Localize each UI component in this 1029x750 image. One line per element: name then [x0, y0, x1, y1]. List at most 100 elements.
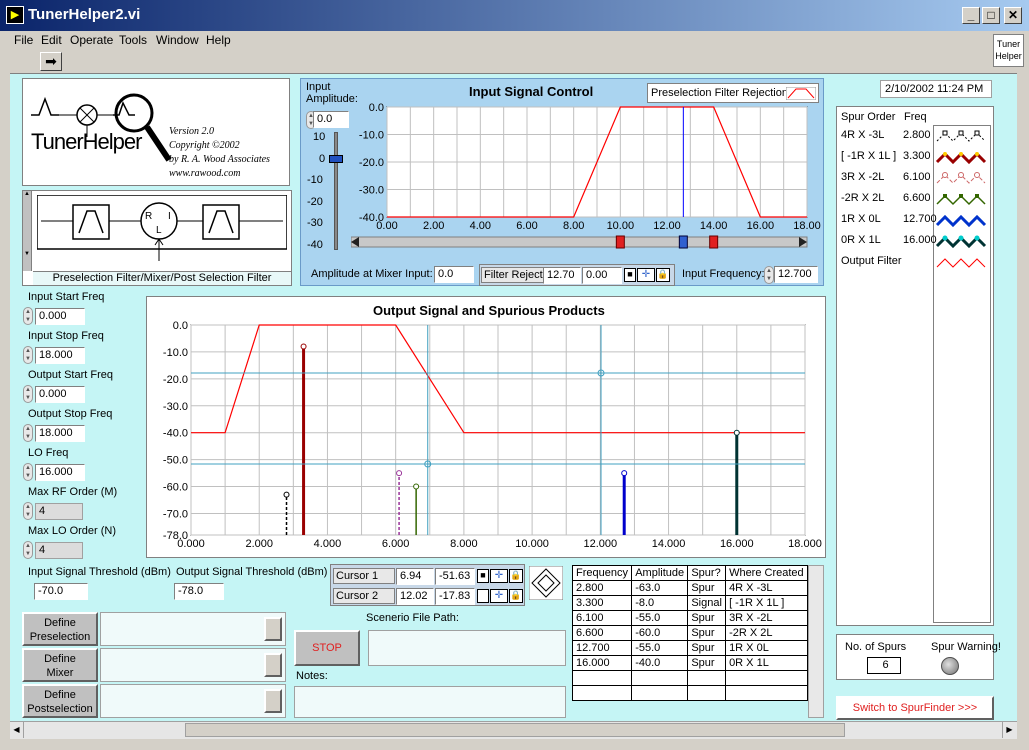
input-threshold-field[interactable]: -70.0 — [34, 583, 88, 600]
input-freq-spinner[interactable]: ▲ ▼ — [764, 266, 774, 284]
define-browse-0[interactable] — [264, 617, 282, 641]
table-cell: Spur — [687, 625, 727, 641]
input-signal-chart[interactable]: 0.00 2.00 4.00 6.00 8.00 10.00 12.00 14.00 16.00… — [351, 103, 821, 285]
cursor1-crosshair-icon[interactable]: ✛ — [490, 569, 508, 583]
input-freq-field[interactable]: 12.700 — [774, 266, 818, 283]
menu-window[interactable]: Window — [156, 33, 199, 47]
amplitude-slider-thumb[interactable] — [329, 155, 343, 163]
input-chart-title: Input Signal Control — [469, 84, 594, 99]
table-header: Spur? — [687, 565, 727, 581]
run-arrow-icon[interactable]: ➡ — [40, 52, 62, 71]
table-row[interactable]: 6.600 -60.0 Spur -2R X 2L — [572, 625, 808, 641]
switch-spurfinder-button[interactable]: Switch to SpurFinder >>> — [836, 696, 994, 720]
define-button-1[interactable]: Define Mixer — [22, 648, 98, 682]
scroll-thumb[interactable] — [185, 723, 845, 737]
cursor-move-pad-icon[interactable] — [529, 566, 563, 600]
table-cell: Spur — [687, 610, 727, 626]
param-spinner-3[interactable]: ▲ ▼ — [23, 424, 33, 442]
legend-order-6: Output Filter — [841, 255, 902, 267]
menu-file[interactable]: File — [14, 33, 33, 47]
cursor-style-icon[interactable]: ■ — [624, 268, 636, 282]
output-threshold-field[interactable]: -78.0 — [174, 583, 224, 600]
table-row[interactable]: 12.700 -55.0 Spur 1R X 0L — [572, 640, 808, 656]
cursor-crosshair-icon[interactable]: ✛ — [637, 268, 655, 282]
scenario-path-field[interactable] — [368, 630, 566, 666]
scenario-path-label: Scenerio File Path: — [366, 612, 459, 624]
scroll-right-icon[interactable]: ▶ — [1002, 722, 1016, 738]
y-tick-label: 0.0 — [173, 320, 188, 332]
param-spinner-5[interactable]: ▲ ▼ — [23, 502, 33, 520]
minimize-icon[interactable]: _ — [962, 7, 980, 24]
param-field-0[interactable]: 0.000 — [35, 308, 85, 325]
param-spinner-2[interactable]: ▲ ▼ — [23, 385, 33, 403]
table-cell: 16.000 — [572, 655, 633, 671]
title-bar: ▶ TunerHelper2.vi _ □ ✕ — [0, 0, 1029, 31]
define-path-2[interactable] — [100, 684, 286, 718]
define-path-0[interactable] — [100, 612, 286, 646]
define-browse-1[interactable] — [264, 653, 282, 677]
menu-operate[interactable]: Operate — [70, 33, 113, 47]
notes-field[interactable] — [294, 686, 566, 718]
labview-vi-icon[interactable]: ▶ — [6, 6, 24, 24]
legend-freq-2: 6.100 — [903, 171, 931, 183]
output-signal-chart[interactable]: 0.000 2.000 4.000 6.000 8.000 10.000 12.000 14.… — [147, 319, 825, 557]
spur-count-field: 6 — [867, 657, 901, 674]
svg-text:I: I — [168, 211, 171, 222]
stop-button[interactable]: STOP — [294, 630, 360, 666]
vertical-scrollbar[interactable] — [1017, 73, 1027, 721]
table-cell: Spur — [687, 655, 727, 671]
y-tick-label: -30.0 — [359, 185, 384, 197]
param-spinner-1[interactable]: ▲ ▼ — [23, 346, 33, 364]
menu-help[interactable]: Help — [206, 33, 231, 47]
define-button-2[interactable]: Define Postselection — [22, 684, 98, 718]
param-field-5[interactable]: 4 — [35, 503, 83, 520]
maximize-icon[interactable]: □ — [982, 7, 1000, 24]
x-tick-label: 6.000 — [382, 538, 410, 550]
y-tick-label: -40.0 — [359, 212, 384, 224]
param-spinner-4[interactable]: ▲ ▼ — [23, 463, 33, 481]
y-tick-label: -10.0 — [359, 130, 384, 142]
table-row-empty — [572, 670, 808, 686]
table-row[interactable]: 6.100 -55.0 Spur 3R X -2L — [572, 610, 808, 626]
filter-mixer-filter-diagram: R I L — [37, 195, 287, 261]
scroll-left-icon[interactable]: ◀ — [10, 722, 24, 738]
table-row[interactable]: 3.300 -8.0 Signal[ -1R X 1L ] — [572, 595, 808, 611]
menu-edit[interactable]: Edit — [41, 33, 62, 47]
cursor2-lock-icon[interactable]: 🔒 — [509, 589, 523, 603]
amplitude-slider-track[interactable] — [334, 132, 338, 250]
cursor-lock-icon[interactable]: 🔒 — [656, 268, 670, 282]
cursor2-x: 12.02 — [396, 588, 434, 605]
table-scrollbar[interactable] — [808, 565, 824, 718]
param-label-0: Input Start Freq — [28, 291, 105, 303]
cursor2-y: -17.83 — [435, 588, 475, 605]
cursor1-lock-icon[interactable]: 🔒 — [509, 569, 523, 583]
table-row[interactable]: 16.000 -40.0 Spur 0R X 1L — [572, 655, 808, 671]
logo-text: TunerHelper — [31, 129, 142, 154]
table-row[interactable]: 2.800 -63.0 Spur 4R X -3L — [572, 580, 808, 596]
menu-tools[interactable]: Tools — [119, 33, 147, 47]
define-path-1[interactable] — [100, 648, 286, 682]
spur-marker — [396, 470, 403, 477]
legend-header-order: Spur Order — [841, 111, 896, 123]
cursor-panel: Cursor 1 6.94 -51.63 ■ ✛ 🔒 Cursor 2 12.0… — [330, 564, 525, 606]
filter-reject-label: Filter Reject — [481, 267, 546, 283]
param-spinner-0[interactable]: ▲ ▼ — [23, 307, 33, 325]
amplitude-field[interactable]: 0.0 — [313, 111, 349, 128]
param-spinner-6[interactable]: ▲ ▼ — [23, 541, 33, 559]
cursor2-style-icon[interactable] — [477, 589, 489, 603]
diagram-scroll-icon[interactable]: ▲ ▼ — [23, 191, 32, 271]
cursor1-style-icon[interactable]: ■ — [477, 569, 489, 583]
param-field-1[interactable]: 18.000 — [35, 347, 85, 364]
param-field-2[interactable]: 0.000 — [35, 386, 85, 403]
cursor2-crosshair-icon[interactable]: ✛ — [490, 589, 508, 603]
param-field-3[interactable]: 18.000 — [35, 425, 85, 442]
define-button-0[interactable]: Define Preselection — [22, 612, 98, 646]
define-browse-2[interactable] — [264, 689, 282, 713]
param-field-4[interactable]: 16.000 — [35, 464, 85, 481]
slider-thumb-low — [615, 235, 625, 249]
param-field-6[interactable]: 4 — [35, 542, 83, 559]
spur-table: Frequency Amplitude Spur? Where Created 2.80… — [572, 565, 808, 701]
spur-count-label: No. of Spurs — [845, 641, 907, 653]
horizontal-scrollbar[interactable]: ◀ ▶ — [10, 721, 1017, 739]
close-icon[interactable]: ✕ — [1004, 7, 1022, 24]
